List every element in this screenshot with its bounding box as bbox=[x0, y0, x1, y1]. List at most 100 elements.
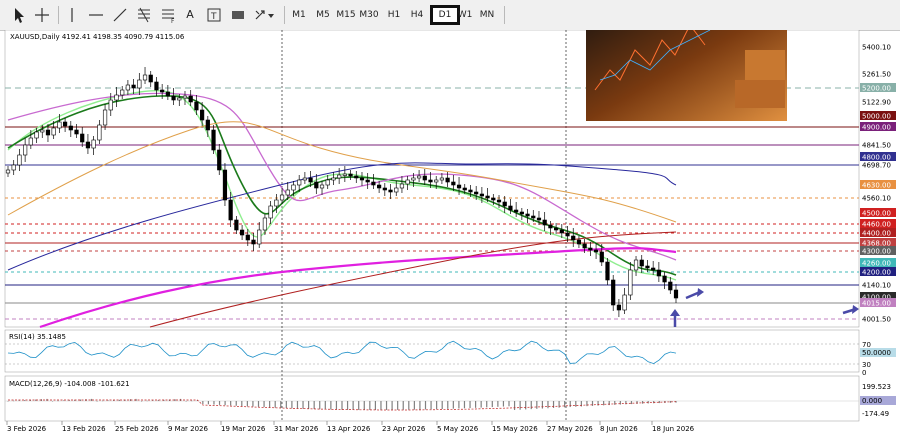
date-label: 13 Feb 2026 bbox=[62, 425, 106, 433]
candle-body bbox=[57, 121, 62, 129]
candle-body bbox=[120, 89, 125, 96]
timeframe-h1[interactable]: H1 bbox=[384, 5, 404, 25]
candle-body bbox=[165, 91, 170, 97]
candle-body bbox=[291, 184, 296, 191]
candle-body bbox=[91, 139, 96, 149]
crosshair-icon[interactable] bbox=[32, 5, 52, 25]
date-label: 31 Mar 2026 bbox=[274, 425, 319, 433]
timeframe-m5[interactable]: M5 bbox=[312, 5, 334, 25]
candle-body bbox=[34, 131, 39, 139]
macd-bar bbox=[458, 401, 460, 409]
candle-body bbox=[359, 177, 365, 181]
grid-lines-icon[interactable] bbox=[134, 5, 154, 25]
vertical-line-icon[interactable] bbox=[64, 5, 80, 25]
date-label: 19 Mar 2026 bbox=[221, 425, 266, 433]
candle-body bbox=[217, 149, 222, 171]
text-label-icon[interactable]: T bbox=[206, 5, 222, 25]
macd-bar bbox=[642, 401, 644, 404]
price-label: 5200.00 bbox=[862, 85, 891, 93]
macd-bar bbox=[12, 400, 15, 402]
candle-body bbox=[365, 179, 370, 183]
candle-body bbox=[616, 304, 622, 311]
macd-bar bbox=[335, 401, 338, 410]
candle-body bbox=[571, 235, 576, 241]
candle-body bbox=[485, 195, 490, 199]
candle-body bbox=[399, 183, 405, 189]
macd-bar bbox=[324, 401, 326, 410]
date-label: 23 Apr 2026 bbox=[382, 425, 426, 433]
horizontal-line-icon[interactable] bbox=[86, 5, 106, 25]
price-label: 4841.50 bbox=[862, 142, 891, 150]
macd-bar bbox=[191, 400, 193, 402]
chart-header: XAUUSD,Daily 4192.41 4198.35 4090.79 411… bbox=[10, 33, 185, 41]
price-chart[interactable]: 5400.10 5261.50 5200.00 5122.90 5000.00 4900.… bbox=[0, 3, 900, 439]
price-label: 5122.90 bbox=[862, 99, 891, 107]
candle-body bbox=[434, 179, 439, 183]
macd-bar bbox=[630, 401, 633, 405]
macd-bar bbox=[397, 401, 399, 410]
candle-body bbox=[154, 81, 159, 91]
macd-bar bbox=[7, 401, 9, 402]
macd-scale-high: 199.523 bbox=[862, 383, 891, 391]
candle-body bbox=[536, 217, 542, 221]
candle-body bbox=[548, 224, 553, 229]
candle-body bbox=[508, 205, 513, 211]
candle-body bbox=[673, 289, 679, 299]
candle-body bbox=[62, 121, 68, 127]
candle-body bbox=[228, 199, 233, 221]
candle-body bbox=[257, 229, 262, 245]
candle-body bbox=[11, 164, 16, 171]
macd-bar bbox=[636, 401, 638, 404]
timeframe-h4[interactable]: H4 bbox=[407, 5, 427, 25]
candle-body bbox=[194, 101, 199, 111]
arrow-dropdown-icon[interactable] bbox=[252, 5, 278, 25]
svg-text:F: F bbox=[171, 18, 175, 25]
macd-bar bbox=[536, 401, 538, 409]
candle-body bbox=[85, 141, 91, 149]
rectangle-label-icon[interactable] bbox=[230, 5, 246, 25]
chart-area[interactable]: 5400.10 5261.50 5200.00 5122.90 5000.00 4900.… bbox=[0, 3, 900, 439]
candle-body bbox=[302, 177, 307, 181]
macd-bar bbox=[614, 401, 616, 405]
timeframe-mn[interactable]: MN bbox=[476, 5, 498, 25]
candle-body bbox=[17, 154, 22, 166]
trendline-icon[interactable] bbox=[110, 5, 130, 25]
timeframe-m1[interactable]: M1 bbox=[288, 5, 310, 25]
macd-bar bbox=[90, 398, 93, 401]
candle-body bbox=[102, 109, 108, 126]
date-axis: 3 Feb 2026 13 Feb 2026 25 Feb 2026 9 Mar 20… bbox=[6, 421, 695, 433]
candle-body bbox=[251, 239, 256, 245]
candle-body bbox=[668, 281, 673, 291]
macd-bar bbox=[374, 401, 376, 410]
news-image-thumbnail bbox=[586, 3, 787, 121]
timeframe-w1[interactable]: W1 bbox=[455, 5, 475, 25]
date-label: 25 Feb 2026 bbox=[115, 425, 159, 433]
text-icon[interactable]: A bbox=[182, 5, 198, 25]
macd-bar bbox=[363, 401, 365, 410]
candle-body bbox=[474, 191, 479, 195]
timeframe-m15[interactable]: M15 bbox=[335, 5, 357, 25]
candle-body bbox=[245, 234, 250, 241]
candle-body bbox=[377, 184, 382, 189]
cursor-arrow-icon[interactable] bbox=[8, 5, 28, 25]
macd-bar bbox=[118, 399, 120, 401]
macd-bar bbox=[519, 401, 521, 410]
macd-bar bbox=[547, 401, 549, 409]
macd-bar bbox=[51, 401, 54, 402]
timeframe-m30[interactable]: M30 bbox=[358, 5, 380, 25]
macd-bar bbox=[218, 401, 221, 405]
macd-bar bbox=[430, 401, 432, 410]
date-label: 13 Apr 2026 bbox=[327, 425, 371, 433]
price-label: 4015.00 bbox=[862, 300, 891, 308]
fibonacci-icon[interactable]: F bbox=[158, 5, 178, 25]
candle-body bbox=[588, 247, 593, 251]
macd-bar bbox=[380, 401, 382, 410]
price-label: 4200.00 bbox=[862, 269, 891, 277]
date-label: 9 Mar 2026 bbox=[168, 425, 208, 433]
candle-body bbox=[131, 84, 136, 89]
macd-bar bbox=[552, 401, 555, 408]
macd-bar bbox=[302, 401, 304, 409]
date-label: 8 Jun 2026 bbox=[600, 425, 638, 433]
macd-bar bbox=[207, 401, 209, 405]
candle-body bbox=[125, 84, 130, 91]
